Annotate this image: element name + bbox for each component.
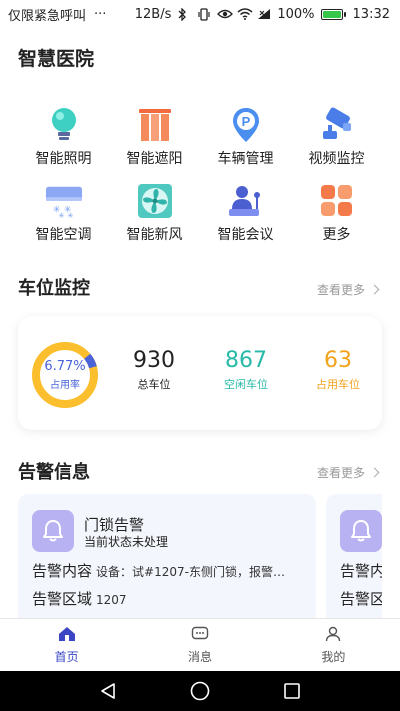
app-label: 智能空调 [35,227,92,243]
app-smart-sunshade[interactable]: 智能遮阳 [109,106,200,168]
home-icon [58,626,76,646]
system-nav-bar [0,671,400,711]
occupancy-percent: 6.77% [44,359,86,374]
air-conditioner-icon: ✳ ✳ ✳ ✳ [45,182,83,220]
alert-area-value: 1207 [96,593,127,607]
wifi-icon [237,8,253,20]
tab-home[interactable]: 首页 [0,619,133,671]
camera-icon [318,106,356,144]
alert-carousel[interactable]: 门锁告警 当前状态未处理 告警内容 设备：试#1207-东侧门锁，报警… 告警区域… [18,494,382,618]
app-grid: 智能照明 智能遮阳 P 车辆管理 视频监控 ✳ ✳ ✳ ✳ 智能空调 智能新风 智 [18,106,382,244]
lightbulb-icon [45,106,83,144]
occupancy-label: 占用率 [50,380,80,391]
alerts-more-link[interactable]: 查看更多 [316,464,380,481]
more-link-label: 查看更多 [316,283,365,297]
parking-heading: 车位监控 [18,278,90,299]
app-smart-lighting[interactable]: 智能照明 [18,106,109,168]
app-label: 视频监控 [308,151,365,167]
signal-icon [257,8,271,20]
more-link-label: 查看更多 [316,466,365,480]
app-label: 智能会议 [217,227,274,243]
battery-icon [320,8,346,20]
back-icon[interactable] [96,679,120,703]
alert-card[interactable]: 告警内 告警区 [326,494,382,618]
sunshade-icon [136,106,174,144]
app-smart-meeting[interactable]: 智能会议 [200,182,291,244]
vibrate-icon [197,8,211,21]
alert-content-value: 设备：试#1207-东侧门锁，报警… [96,565,285,579]
app-label: 智能遮阳 [126,151,183,167]
alert-card[interactable]: 门锁告警 当前状态未处理 告警内容 设备：试#1207-东侧门锁，报警… 告警区域… [18,494,316,618]
alert-content-row: 告警内容 设备：试#1207-东侧门锁，报警… [32,560,285,581]
alert-content-label: 告警内 [340,562,382,580]
parking-more-link[interactable]: 查看更多 [316,281,380,298]
app-smart-ac[interactable]: ✳ ✳ ✳ ✳ 智能空调 [18,182,109,244]
tab-label: 我的 [321,649,346,664]
tab-messages[interactable]: 消息 [133,619,266,671]
fan-icon [136,182,174,220]
bottom-tab-bar: 首页 消息 我的 [0,618,400,671]
more-grid-icon [318,182,356,220]
app-label: 更多 [322,227,351,243]
chevron-right-icon [369,284,380,295]
meeting-icon [227,182,265,220]
stat-value: 867 [225,348,267,373]
stat-caption: 总车位 [137,378,171,391]
more-notifications: ··· [94,6,107,22]
bluetooth-icon [177,7,191,22]
clock: 13:32 [352,6,390,22]
tab-label: 首页 [54,649,79,664]
alert-area-label: 告警区域 [32,590,93,608]
alert-status: 当前状态未处理 [84,535,169,549]
tab-profile[interactable]: 我的 [267,619,400,671]
bell-icon [32,510,74,552]
stat-caption: 占用车位 [316,378,360,391]
stat-value: 63 [324,348,352,373]
alert-area-row: 告警区 [340,588,382,609]
page-title: 智慧医院 [18,48,95,70]
home-circle-icon[interactable] [188,679,212,703]
user-icon [325,626,341,646]
alert-title: 门锁告警 [84,516,145,534]
network-notice: 仅限紧急呼叫 [8,8,87,24]
app-label: 智能新风 [126,227,183,243]
app-label: 车辆管理 [217,151,274,167]
alert-area-row: 告警区域 1207 [32,588,127,609]
app-more[interactable]: 更多 [291,182,382,244]
status-bar: 仅限紧急呼叫 ··· 12B/s 100% 13:32 [0,0,400,28]
stat-free: 867 空闲车位 [206,348,286,392]
bell-icon [340,510,382,552]
eye-icon [217,8,234,20]
app-vehicle-management[interactable]: P 车辆管理 [200,106,291,168]
app-smart-ventilation[interactable]: 智能新风 [109,182,200,244]
message-icon [191,626,209,646]
stat-value: 930 [133,348,175,373]
alerts-heading: 告警信息 [18,462,90,483]
alert-content-label: 告警内容 [32,562,93,580]
stat-total: 930 总车位 [114,348,194,392]
alert-area-label: 告警区 [340,590,382,608]
svg-text:✳ ✳: ✳ ✳ [58,211,73,219]
network-speed: 12B/s [134,6,172,22]
recents-icon[interactable] [280,679,304,703]
parking-card[interactable]: 6.77% 占用率 930 总车位 867 空闲车位 63 占用车位 [18,316,382,430]
parking-pin-icon: P [227,106,265,144]
app-label: 智能照明 [35,151,92,167]
svg-text:P: P [241,114,250,129]
tab-label: 消息 [187,649,212,664]
chevron-right-icon [369,467,380,478]
battery-percent: 100% [277,6,315,22]
app-video-surveillance[interactable]: 视频监控 [291,106,382,168]
alert-content-row: 告警内 [340,560,382,581]
stat-caption: 空闲车位 [224,378,268,391]
stat-used: 63 占用车位 [298,348,378,392]
donut-center: 6.77% 占用率 [30,340,100,410]
